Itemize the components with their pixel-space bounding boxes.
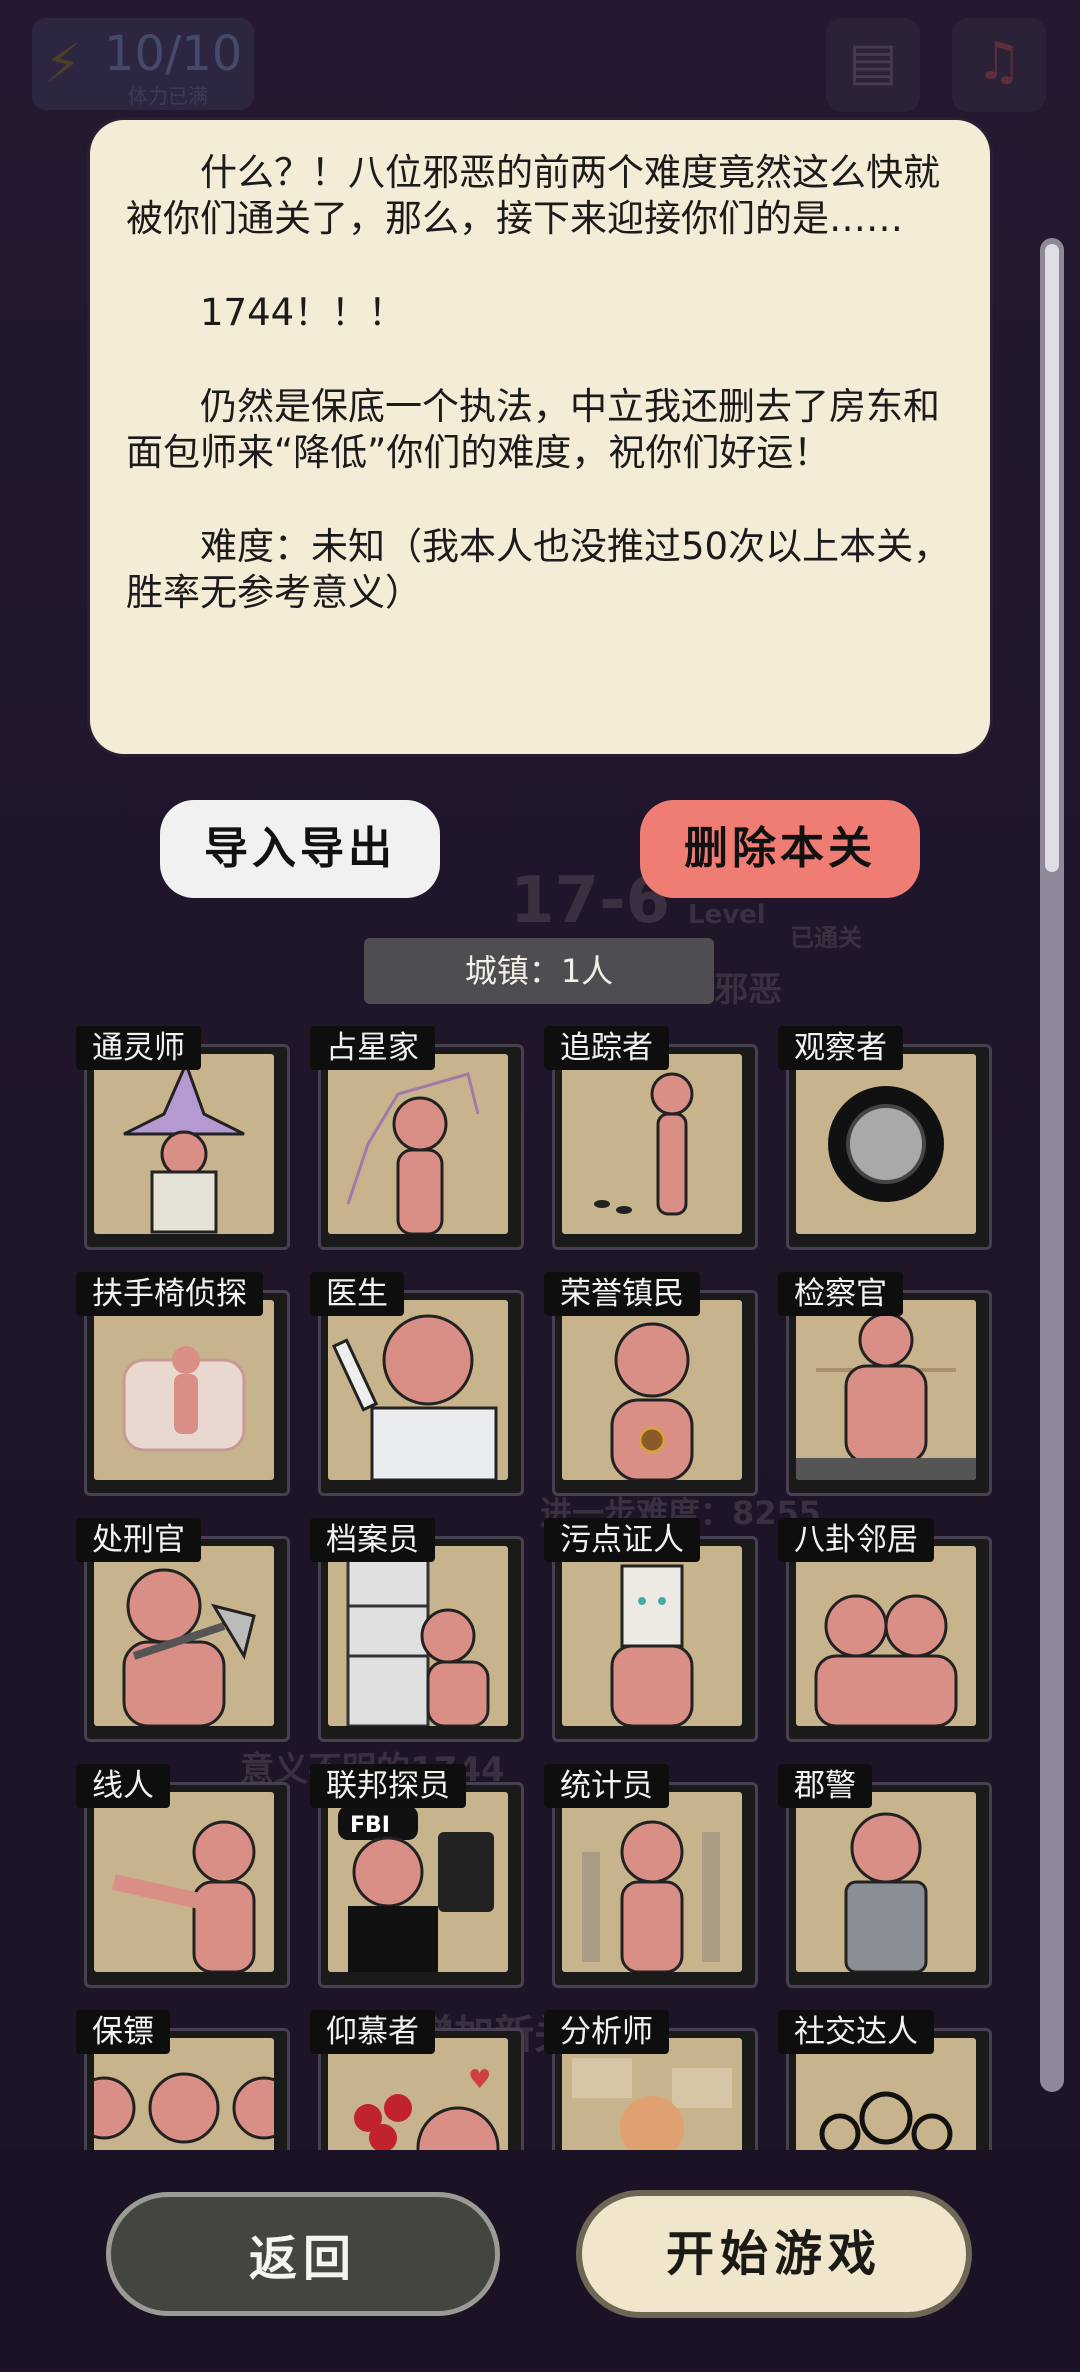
svg-text:FBI: FBI: [350, 1813, 390, 1838]
role-name: 联邦探员: [310, 1764, 466, 1808]
role-card[interactable]: 处刑官: [76, 1518, 290, 1742]
role-card[interactable]: 线人: [76, 1764, 290, 1988]
role-name: 线人: [76, 1764, 170, 1808]
role-card[interactable]: 八卦邻居: [778, 1518, 992, 1742]
music-button[interactable]: ♫: [952, 18, 1046, 112]
role-name: 污点证人: [544, 1518, 700, 1562]
pointing-icon: [94, 1792, 274, 1972]
start-game-button[interactable]: 开始游戏: [576, 2190, 972, 2318]
bar-chart-icon: [562, 1792, 742, 1972]
armchair-icon: [94, 1300, 274, 1480]
bodyguard-icon: [94, 2038, 274, 2150]
role-name: 医生: [310, 1272, 404, 1316]
role-name: 处刑官: [76, 1518, 201, 1562]
notebook-icon: ▤: [848, 32, 898, 92]
delete-level-button[interactable]: 删除本关: [640, 800, 920, 898]
role-grid: 通灵师 占星家 追踪者 观察者 扶手椅侦探 医生 荣誉镇民 检察官 处刑官 档案…: [76, 1026, 1006, 2150]
role-card[interactable]: 追踪者: [544, 1026, 758, 1250]
paper-bag-icon: [562, 1546, 742, 1726]
ghost-cleared-badge: 已通关: [790, 924, 862, 952]
role-card[interactable]: 占星家: [310, 1026, 524, 1250]
role-name: 通灵师: [76, 1026, 201, 1070]
role-card[interactable]: 通灵师: [76, 1026, 290, 1250]
energy-label: 体力已满: [128, 84, 208, 108]
svg-text:♥: ♥: [468, 2065, 491, 2095]
role-name: 统计员: [544, 1764, 669, 1808]
role-card[interactable]: 社交达人: [778, 2010, 992, 2150]
level-description-panel: 什么？！八位邪恶的前两个难度竟然这么快就被你们通关了，那么，接下来迎接你们的是……: [90, 120, 990, 754]
role-name: 八卦邻居: [778, 1518, 934, 1562]
role-name: 郡警: [778, 1764, 872, 1808]
energy-indicator: ⚡ 10/10 体力已满: [32, 18, 254, 110]
role-name: 保镖: [76, 2010, 170, 2054]
role-card[interactable]: 分析师: [544, 2010, 758, 2150]
scales-icon: [796, 1300, 976, 1480]
axe-icon: [94, 1546, 274, 1726]
roses-icon: ♥: [328, 2038, 508, 2150]
level-description-text: 什么？！八位邪恶的前两个难度竟然这么快就被你们通关了，那么，接下来迎接你们的是……: [126, 150, 958, 616]
town-count-label: 城镇：1人: [364, 938, 714, 1004]
back-button[interactable]: 返回: [106, 2192, 500, 2316]
role-card[interactable]: 检察官: [778, 1272, 992, 1496]
crowd-icon: [796, 2038, 976, 2150]
scrollbar-thumb[interactable]: [1045, 244, 1059, 872]
role-name: 追踪者: [544, 1026, 669, 1070]
witch-hat-icon: [94, 1054, 274, 1234]
role-card[interactable]: 郡警: [778, 1764, 992, 1988]
notes-button[interactable]: ▤: [826, 18, 920, 112]
role-card[interactable]: 扶手椅侦探: [76, 1272, 290, 1496]
whisper-icon: [796, 1546, 976, 1726]
constellation-icon: [328, 1054, 508, 1234]
description-paragraph: 仍然是保底一个执法，中立我还删去了房东和面包师来“降低”你们的难度，祝你们好运！: [126, 385, 940, 474]
ghost-level-word: Level: [688, 900, 766, 930]
role-name: 荣誉镇民: [544, 1272, 700, 1316]
role-card[interactable]: 荣誉镇民: [544, 1272, 758, 1496]
role-name: 观察者: [778, 1026, 903, 1070]
role-card[interactable]: 医生: [310, 1272, 524, 1496]
description-paragraph: 难度：未知（我本人也没推过50次以上本关，胜率无参考意义）: [126, 525, 951, 614]
fbi-badge-icon: FBI: [328, 1792, 508, 1972]
lens-icon: [796, 1054, 976, 1234]
role-name: 扶手椅侦探: [76, 1272, 263, 1316]
role-card[interactable]: FBI 联邦探员: [310, 1764, 524, 1988]
music-note-icon: ♫: [975, 32, 1023, 92]
role-name: 仰慕者: [310, 2010, 435, 2054]
role-card[interactable]: 污点证人: [544, 1518, 758, 1742]
footprints-icon: [562, 1054, 742, 1234]
import-export-button[interactable]: 导入导出: [160, 800, 440, 898]
energy-value: 10/10: [104, 26, 243, 82]
ghost-evil: 邪恶: [714, 970, 782, 1010]
lightning-icon: ⚡: [44, 32, 82, 95]
role-name: 检察官: [778, 1272, 903, 1316]
role-card[interactable]: 档案员: [310, 1518, 524, 1742]
role-card[interactable]: 统计员: [544, 1764, 758, 1988]
role-name: 分析师: [544, 2010, 669, 2054]
medal-icon: [562, 1300, 742, 1480]
syringe-icon: [328, 1300, 508, 1480]
analyst-icon: [562, 2038, 742, 2150]
bookshelf-icon: [328, 1546, 508, 1726]
role-card[interactable]: ♥ 仰慕者: [310, 2010, 524, 2150]
role-name: 档案员: [310, 1518, 435, 1562]
description-paragraph: 1744！！！: [126, 291, 406, 334]
role-name: 占星家: [310, 1026, 435, 1070]
description-paragraph: 什么？！八位邪恶的前两个难度竟然这么快就被你们通关了，那么，接下来迎接你们的是……: [126, 151, 940, 240]
role-name: 社交达人: [778, 2010, 934, 2054]
sheriff-icon: [796, 1792, 976, 1972]
role-card[interactable]: 保镖: [76, 2010, 290, 2150]
role-card[interactable]: 观察者: [778, 1026, 992, 1250]
